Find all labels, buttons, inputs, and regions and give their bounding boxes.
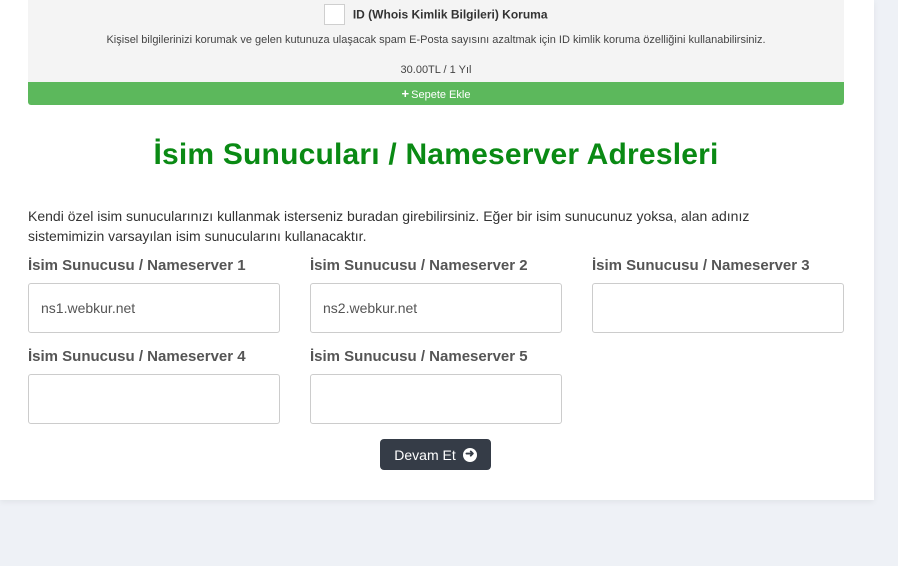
nameservers-title: İsim Sunucuları / Nameserver Adresleri — [153, 138, 719, 171]
addon-price: 30.00TL / 1 Yıl — [400, 64, 472, 76]
arrow-circle-right-icon: ➜ — [462, 447, 477, 462]
nameserver-2-input[interactable] — [310, 283, 562, 333]
nameserver-1-label: İsim Sunucusu / Nameserver 1 — [28, 257, 246, 274]
plus-icon: + — [401, 86, 410, 101]
addon-title: ID (Whois Kimlik Bilgileri) Koruma — [352, 7, 548, 22]
nameserver-5-group: İsim Sunucusu / Nameserver 5 — [310, 346, 562, 424]
nameserver-3-label: İsim Sunucusu / Nameserver 3 — [592, 257, 810, 274]
nameservers-intro: Kendi özel isim sunucularınızı kullanmak… — [28, 208, 750, 244]
continue-button[interactable]: Devam Et ➜ — [380, 439, 491, 470]
nameserver-5-input[interactable] — [310, 374, 562, 424]
add-to-cart-label: Sepete Ekle — [411, 89, 471, 101]
addon-description: Kişisel bilgilerinizi korumak ve gelen k… — [106, 34, 766, 46]
nameserver-4-label: İsim Sunucusu / Nameserver 4 — [28, 348, 246, 365]
nameserver-2-group: İsim Sunucusu / Nameserver 2 — [310, 255, 562, 333]
nameserver-4-input[interactable] — [28, 374, 280, 424]
id-protection-addon: ID (Whois Kimlik Bilgileri) Koruma Kişis… — [28, 0, 844, 82]
nameserver-2-label: İsim Sunucusu / Nameserver 2 — [310, 257, 528, 274]
nameserver-4-group: İsim Sunucusu / Nameserver 4 — [28, 346, 280, 424]
main-panel: ID (Whois Kimlik Bilgileri) Koruma Kişis… — [0, 0, 874, 500]
nameserver-3-input[interactable] — [592, 283, 844, 333]
nameserver-1-input[interactable] — [28, 283, 280, 333]
nameserver-1-group: İsim Sunucusu / Nameserver 1 — [28, 255, 280, 333]
addon-title-row: ID (Whois Kimlik Bilgileri) Koruma — [28, 4, 844, 26]
continue-label: Devam Et — [394, 446, 456, 463]
nameserver-5-label: İsim Sunucusu / Nameserver 5 — [310, 348, 528, 365]
add-to-cart-button[interactable]: + Sepete Ekle — [28, 82, 844, 105]
nameserver-3-group: İsim Sunucusu / Nameserver 3 — [592, 255, 844, 333]
id-protection-checkbox[interactable] — [324, 4, 346, 25]
